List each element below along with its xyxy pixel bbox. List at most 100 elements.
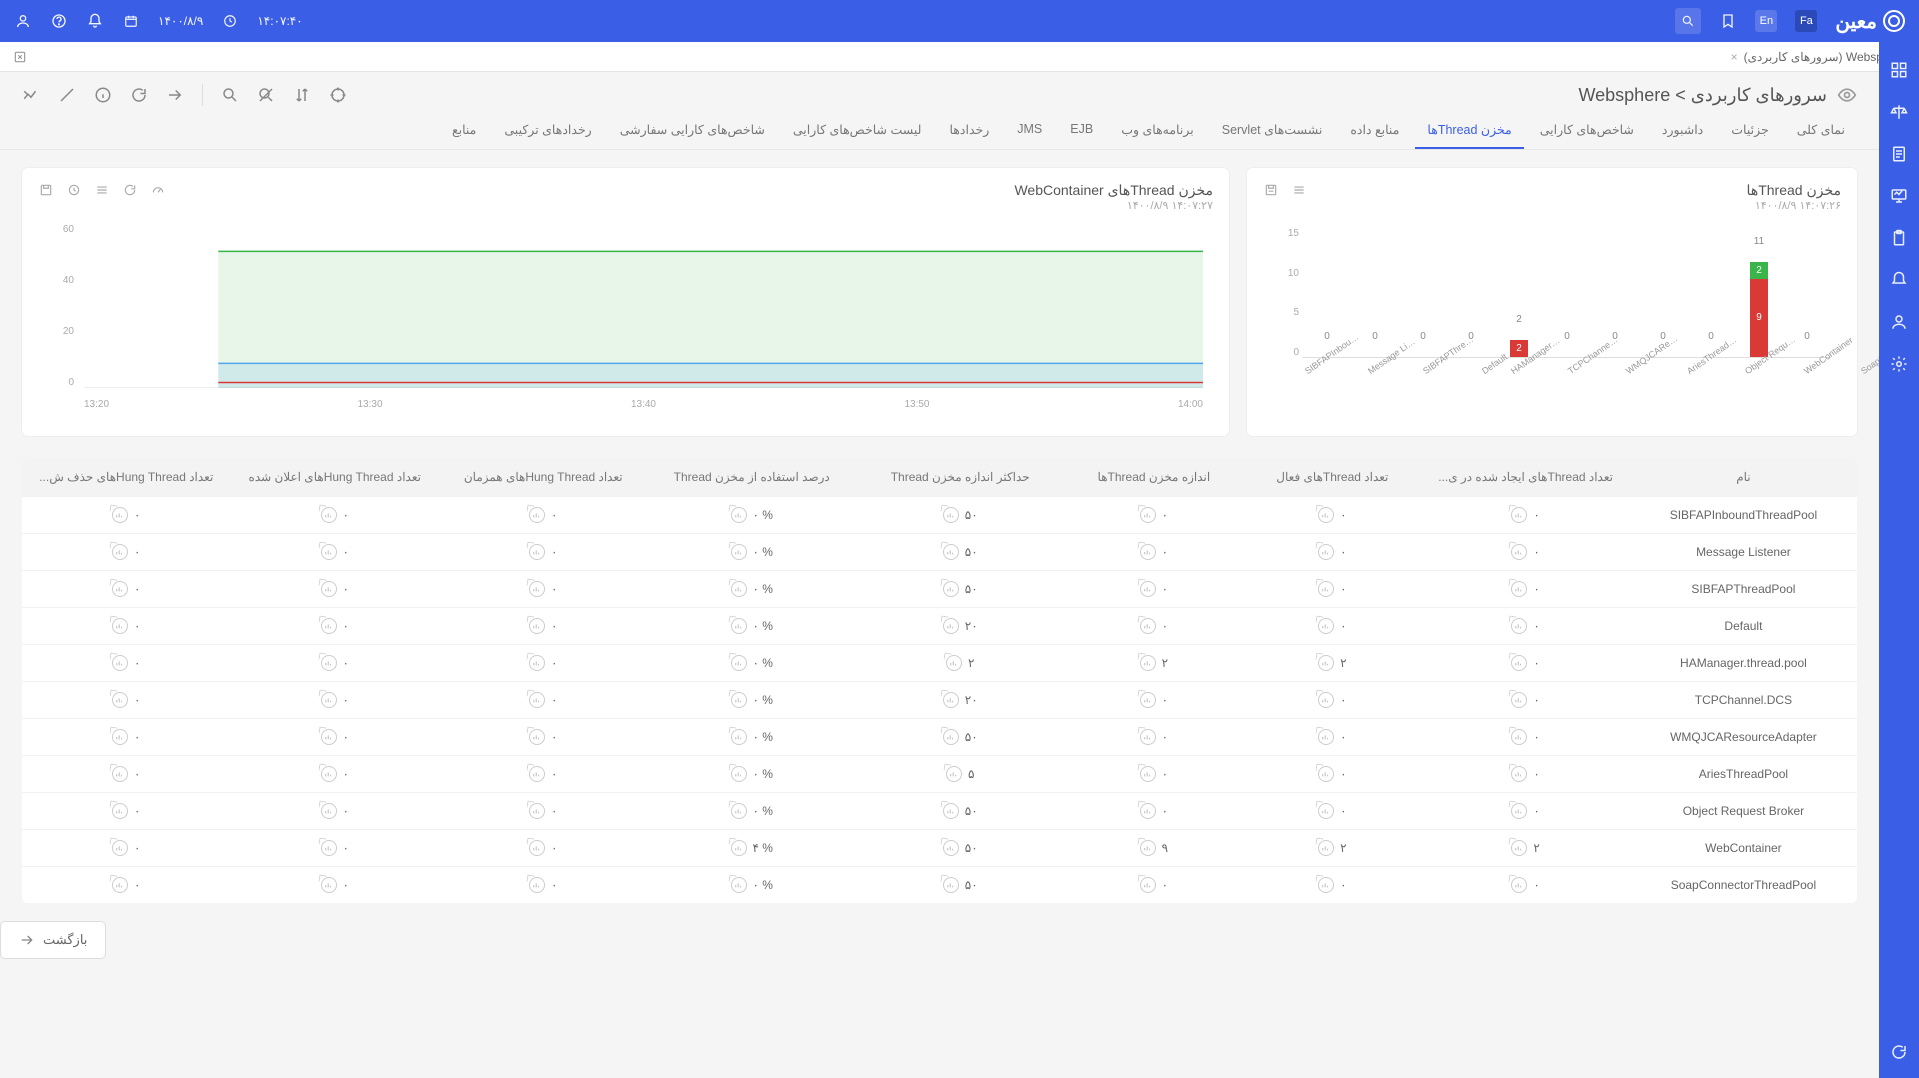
- nav-alert-icon[interactable]: [1889, 270, 1909, 290]
- table-row[interactable]: SIBFAPThreadPool۰۰۰۵۰۰ %۰۰۰: [22, 571, 1857, 608]
- tb-arrow-icon[interactable]: [166, 86, 184, 104]
- cell-chart-icon[interactable]: [1318, 618, 1334, 634]
- nav-monitor-icon[interactable]: [1889, 186, 1909, 206]
- table-row[interactable]: TCPChannel.DCS۰۰۰۲۰۰ %۰۰۰: [22, 682, 1857, 719]
- cell-chart-icon[interactable]: [1511, 692, 1527, 708]
- cell-chart-icon[interactable]: [1318, 766, 1334, 782]
- cell-chart-icon[interactable]: [321, 840, 337, 856]
- table-header[interactable]: درصد استفاده از مخزن Thread: [647, 458, 855, 497]
- tb-sort-icon[interactable]: [293, 86, 311, 104]
- cell-chart-icon[interactable]: [321, 655, 337, 671]
- help-icon[interactable]: [50, 12, 68, 30]
- table-header[interactable]: نام: [1630, 458, 1857, 497]
- cell-chart-icon[interactable]: [529, 507, 545, 523]
- cell-chart-icon[interactable]: [943, 803, 959, 819]
- panel2-menu-icon[interactable]: [94, 182, 110, 198]
- cell-chart-icon[interactable]: [529, 544, 545, 560]
- cell-chart-icon[interactable]: [321, 618, 337, 634]
- cell-chart-icon[interactable]: [731, 655, 747, 671]
- cell-chart-icon[interactable]: [112, 692, 128, 708]
- cell-chart-icon[interactable]: [946, 655, 962, 671]
- collapse-icon[interactable]: [12, 49, 28, 65]
- cell-chart-icon[interactable]: [1511, 581, 1527, 597]
- cell-chart-icon[interactable]: [1318, 729, 1334, 745]
- cell-chart-icon[interactable]: [112, 544, 128, 560]
- cell-chart-icon[interactable]: [112, 803, 128, 819]
- cell-chart-icon[interactable]: [321, 507, 337, 523]
- cell-chart-icon[interactable]: [1140, 692, 1156, 708]
- cell-chart-icon[interactable]: [321, 877, 337, 893]
- cell-chart-icon[interactable]: [731, 877, 747, 893]
- cell-chart-icon[interactable]: [1511, 877, 1527, 893]
- cell-chart-icon[interactable]: [321, 729, 337, 745]
- cell-chart-icon[interactable]: [1140, 877, 1156, 893]
- cell-chart-icon[interactable]: [1140, 655, 1156, 671]
- panel2-gauge-icon[interactable]: [150, 182, 166, 198]
- cell-chart-icon[interactable]: [731, 766, 747, 782]
- panel-save-icon[interactable]: [1263, 182, 1279, 198]
- cell-chart-icon[interactable]: [112, 655, 128, 671]
- tab-3[interactable]: شاخص‌های کارایی: [1528, 112, 1646, 149]
- table-row[interactable]: WMQJCAResourceAdapter۰۰۰۵۰۰ %۰۰۰: [22, 719, 1857, 756]
- lang-en[interactable]: En: [1755, 10, 1777, 32]
- table-row[interactable]: HAManager.thread.pool۰۲۲۲۰ %۰۰۰: [22, 645, 1857, 682]
- cell-chart-icon[interactable]: [943, 729, 959, 745]
- cell-chart-icon[interactable]: [943, 544, 959, 560]
- table-row[interactable]: Object Request Broker۰۰۰۵۰۰ %۰۰۰: [22, 793, 1857, 830]
- table-header[interactable]: تعداد Threadهای ایجاد شده در ی...: [1421, 458, 1629, 497]
- cell-chart-icon[interactable]: [731, 618, 747, 634]
- cell-chart-icon[interactable]: [731, 729, 747, 745]
- tab-14[interactable]: منابع: [440, 112, 488, 149]
- cell-chart-icon[interactable]: [529, 692, 545, 708]
- table-row[interactable]: SoapConnectorThreadPool۰۰۰۵۰۰ %۰۰۰: [22, 867, 1857, 904]
- cell-chart-icon[interactable]: [1318, 581, 1334, 597]
- cell-chart-icon[interactable]: [1511, 766, 1527, 782]
- cell-chart-icon[interactable]: [529, 729, 545, 745]
- cell-chart-icon[interactable]: [1318, 877, 1334, 893]
- close-icon[interactable]: ×: [1731, 50, 1738, 64]
- cell-chart-icon[interactable]: [731, 507, 747, 523]
- table-header[interactable]: تعداد Hung Threadهای همزمان: [439, 458, 647, 497]
- cell-chart-icon[interactable]: [529, 840, 545, 856]
- cell-chart-icon[interactable]: [1318, 544, 1334, 560]
- cell-chart-icon[interactable]: [321, 766, 337, 782]
- cell-chart-icon[interactable]: [1140, 729, 1156, 745]
- cell-chart-icon[interactable]: [1511, 507, 1527, 523]
- cell-chart-icon[interactable]: [1318, 840, 1334, 856]
- table-row[interactable]: SIBFAPInboundThreadPool۰۰۰۵۰۰ %۰۰۰: [22, 497, 1857, 534]
- table-row[interactable]: Default۰۰۰۲۰۰ %۰۰۰: [22, 608, 1857, 645]
- cell-chart-icon[interactable]: [529, 618, 545, 634]
- tab-5[interactable]: منابع داده: [1338, 112, 1411, 149]
- nav-gear-icon[interactable]: [1889, 354, 1909, 374]
- bookmark-icon[interactable]: [1719, 12, 1737, 30]
- cell-chart-icon[interactable]: [731, 840, 747, 856]
- cell-chart-icon[interactable]: [1318, 507, 1334, 523]
- cell-chart-icon[interactable]: [943, 618, 959, 634]
- panel2-history-icon[interactable]: [66, 182, 82, 198]
- cell-chart-icon[interactable]: [112, 766, 128, 782]
- table-header[interactable]: تعداد Threadهای فعال: [1243, 458, 1421, 497]
- cell-chart-icon[interactable]: [321, 803, 337, 819]
- cell-chart-icon[interactable]: [1140, 766, 1156, 782]
- cell-chart-icon[interactable]: [112, 581, 128, 597]
- tab-4[interactable]: مخزن Threadها: [1415, 112, 1523, 149]
- cell-chart-icon[interactable]: [1318, 692, 1334, 708]
- tab-9[interactable]: JMS: [1005, 112, 1054, 149]
- tb-info-icon[interactable]: [94, 86, 112, 104]
- cell-chart-icon[interactable]: [943, 840, 959, 856]
- cell-chart-icon[interactable]: [1511, 544, 1527, 560]
- tab-7[interactable]: برنامه‌های وب: [1109, 112, 1206, 149]
- cell-chart-icon[interactable]: [1511, 729, 1527, 745]
- table-row[interactable]: WebContainer۲۲۹۵۰۴ %۰۰۰: [22, 830, 1857, 867]
- cell-chart-icon[interactable]: [321, 692, 337, 708]
- tb-link-icon[interactable]: [58, 86, 76, 104]
- panel2-refresh-icon[interactable]: [122, 182, 138, 198]
- search-icon[interactable]: [1675, 8, 1701, 34]
- tab-8[interactable]: EJB: [1058, 112, 1105, 149]
- cell-chart-icon[interactable]: [1511, 655, 1527, 671]
- table-header[interactable]: تعداد Hung Threadهای اعلان شده: [231, 458, 439, 497]
- nav-clipboard-icon[interactable]: [1889, 228, 1909, 248]
- cell-chart-icon[interactable]: [321, 581, 337, 597]
- panel-menu-icon[interactable]: [1291, 182, 1307, 198]
- cell-chart-icon[interactable]: [731, 581, 747, 597]
